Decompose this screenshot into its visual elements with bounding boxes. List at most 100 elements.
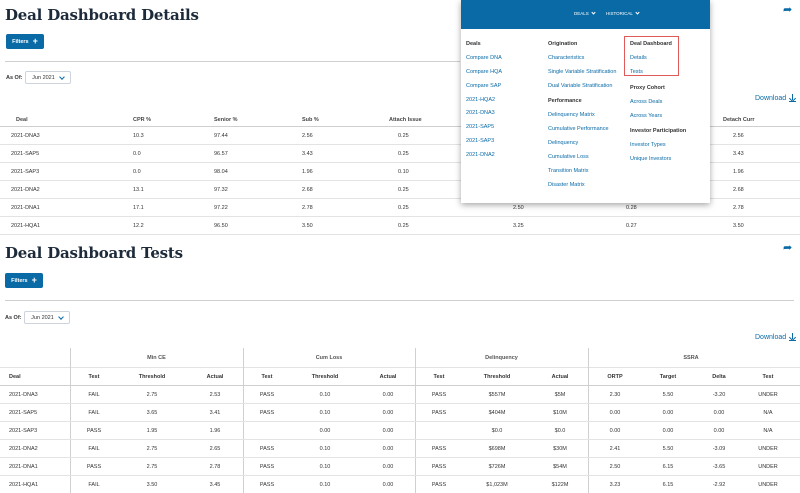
menu-link-details[interactable]: Details [630, 55, 647, 61]
cell-target: 5.50 [662, 392, 674, 398]
cell-actual: $54M [553, 464, 567, 470]
menu-link[interactable]: Investor Types [630, 142, 666, 148]
col-attach-issue: Attach Issue [389, 117, 422, 123]
menu-link[interactable]: Compare DNA [466, 55, 502, 61]
download-link[interactable]: Download [755, 94, 797, 102]
cell-threshold: 2.75 [146, 392, 158, 398]
cell-actual: 1.96 [209, 428, 221, 434]
col-threshold: Threshold [483, 374, 511, 380]
cell-test: PASS [431, 482, 447, 488]
col-sub: Sub % [302, 117, 319, 123]
menu-link[interactable]: Dual Variable Stratification [548, 83, 612, 89]
menu-link[interactable]: 2021-DNA3 [466, 110, 495, 116]
nav-historical[interactable]: HISTORICAL [606, 10, 640, 16]
menu-link[interactable]: Compare HQA [466, 69, 502, 75]
menu-link[interactable]: Cumulative Loss [548, 154, 589, 160]
cell-cpr: 10.3 [133, 133, 144, 139]
col-deal: Deal [16, 117, 28, 123]
nav-historical-label: HISTORICAL [606, 11, 633, 16]
menu-link[interactable]: Delinquency Matrix [548, 112, 595, 118]
cell-actual: 0.00 [382, 482, 394, 488]
cell-detach: 3.43 [733, 151, 744, 157]
menu-link[interactable]: 2021-HQA2 [466, 97, 495, 103]
cell-ortp: 2.30 [609, 392, 621, 398]
cell-test: UNDER [758, 482, 778, 488]
cell-delta: 0.00 [713, 410, 725, 416]
cell-deal: 2021-DNA1 [9, 464, 38, 470]
cell-test: PASS [431, 446, 447, 452]
filters-button[interactable]: Filters + [5, 273, 43, 288]
as-of-select[interactable]: Jun 2021 [24, 311, 70, 324]
cell-test: FAIL [88, 446, 100, 452]
menu-link[interactable]: Disaster Matrix [548, 182, 585, 188]
col-cpr: CPR % [133, 117, 152, 123]
cell-threshold: 0.10 [319, 410, 331, 416]
cell-target: 5.50 [662, 446, 674, 452]
cell-threshold: $726M [488, 464, 506, 470]
cell-test: UNDER [758, 446, 778, 452]
cell-test: PASS [431, 392, 447, 398]
col-test: Test [261, 374, 273, 380]
cell-test: PASS [431, 464, 447, 470]
cell-value: 2.50 [513, 205, 524, 211]
menu-link[interactable]: 2021-SAP5 [466, 124, 494, 130]
menu-link[interactable]: Unique Investors [630, 156, 671, 162]
menu-link[interactable]: Across Years [630, 113, 662, 119]
cell-actual: 0.00 [382, 428, 394, 434]
menu-link[interactable]: Characteristics [548, 55, 584, 61]
download-label: Download [755, 94, 787, 102]
group-ssra: SSRA [683, 354, 699, 361]
menu-link[interactable]: 2021-DNA2 [466, 152, 495, 158]
cell-test: UNDER [758, 392, 778, 398]
menu-link-tests[interactable]: Tests [630, 69, 643, 75]
cell-test: PASS [431, 410, 447, 416]
menu-link[interactable]: Across Deals [630, 99, 662, 105]
menu-link[interactable]: Cumulative Performance [548, 126, 609, 132]
filters-label: Filters [12, 38, 29, 45]
details-page-title: Deal Dashboard Details [5, 6, 199, 24]
cell-test: FAIL [88, 410, 100, 416]
cell-target: 0.00 [662, 428, 674, 434]
group-cum-loss: Cum Loss [315, 354, 343, 361]
cell-ortp: 2.50 [609, 464, 621, 470]
share-icon[interactable]: ➦ [783, 3, 792, 16]
cell-sub: 2.68 [302, 187, 313, 193]
filters-button[interactable]: Filters + [6, 34, 44, 49]
menu-link[interactable]: 2021-SAP3 [466, 138, 494, 144]
cell-actual: $30M [553, 446, 567, 452]
as-of-label: As Of: [6, 75, 23, 81]
col-actual: Actual [551, 374, 569, 380]
download-link[interactable]: Download [755, 333, 797, 341]
cell-threshold: 1.95 [146, 428, 158, 434]
menu-link[interactable]: Compare SAP [466, 83, 501, 89]
menu-heading-performance: Performance [548, 98, 582, 104]
menu-link[interactable]: Transition Matrix [548, 168, 588, 174]
cell-cpr: 13.1 [133, 187, 144, 193]
cell-deal: 2021-SAP5 [11, 151, 40, 157]
cell-test: PASS [259, 410, 275, 416]
cell-test: N/A [763, 410, 773, 416]
cell-deal: 2021-SAP3 [9, 428, 38, 434]
cell-threshold: 0.10 [319, 446, 331, 452]
cell-test: PASS [86, 428, 102, 434]
nav-deals[interactable]: DEALS [574, 10, 596, 16]
cell-sub: 1.96 [302, 169, 313, 175]
cell-sub: 2.78 [302, 205, 313, 211]
cell-test: PASS [259, 464, 275, 470]
cell-actual: $122M [551, 482, 569, 488]
share-icon[interactable]: ➦ [783, 241, 792, 254]
cell-target: 6.15 [662, 482, 674, 488]
cell-senior: 98.04 [214, 169, 228, 175]
cell-delta: -2.92 [712, 482, 726, 488]
as-of-select[interactable]: Jun 2021 [25, 71, 71, 84]
menu-heading-origination: Origination [548, 41, 578, 47]
tests-page-title: Deal Dashboard Tests [5, 244, 183, 262]
table-row: 2021-SAP3 PASS 1.95 1.96 0.00 0.00 $0.0 … [0, 422, 800, 440]
cell-sub: 3.43 [302, 151, 313, 157]
menu-link[interactable]: Single Variable Stratification [548, 69, 616, 75]
cell-threshold: 0.10 [319, 482, 331, 488]
cell-test: FAIL [88, 392, 100, 398]
col-threshold: Threshold [311, 374, 339, 380]
menu-link[interactable]: Delinquency [548, 140, 578, 146]
cell-detach: 1.96 [733, 169, 744, 175]
